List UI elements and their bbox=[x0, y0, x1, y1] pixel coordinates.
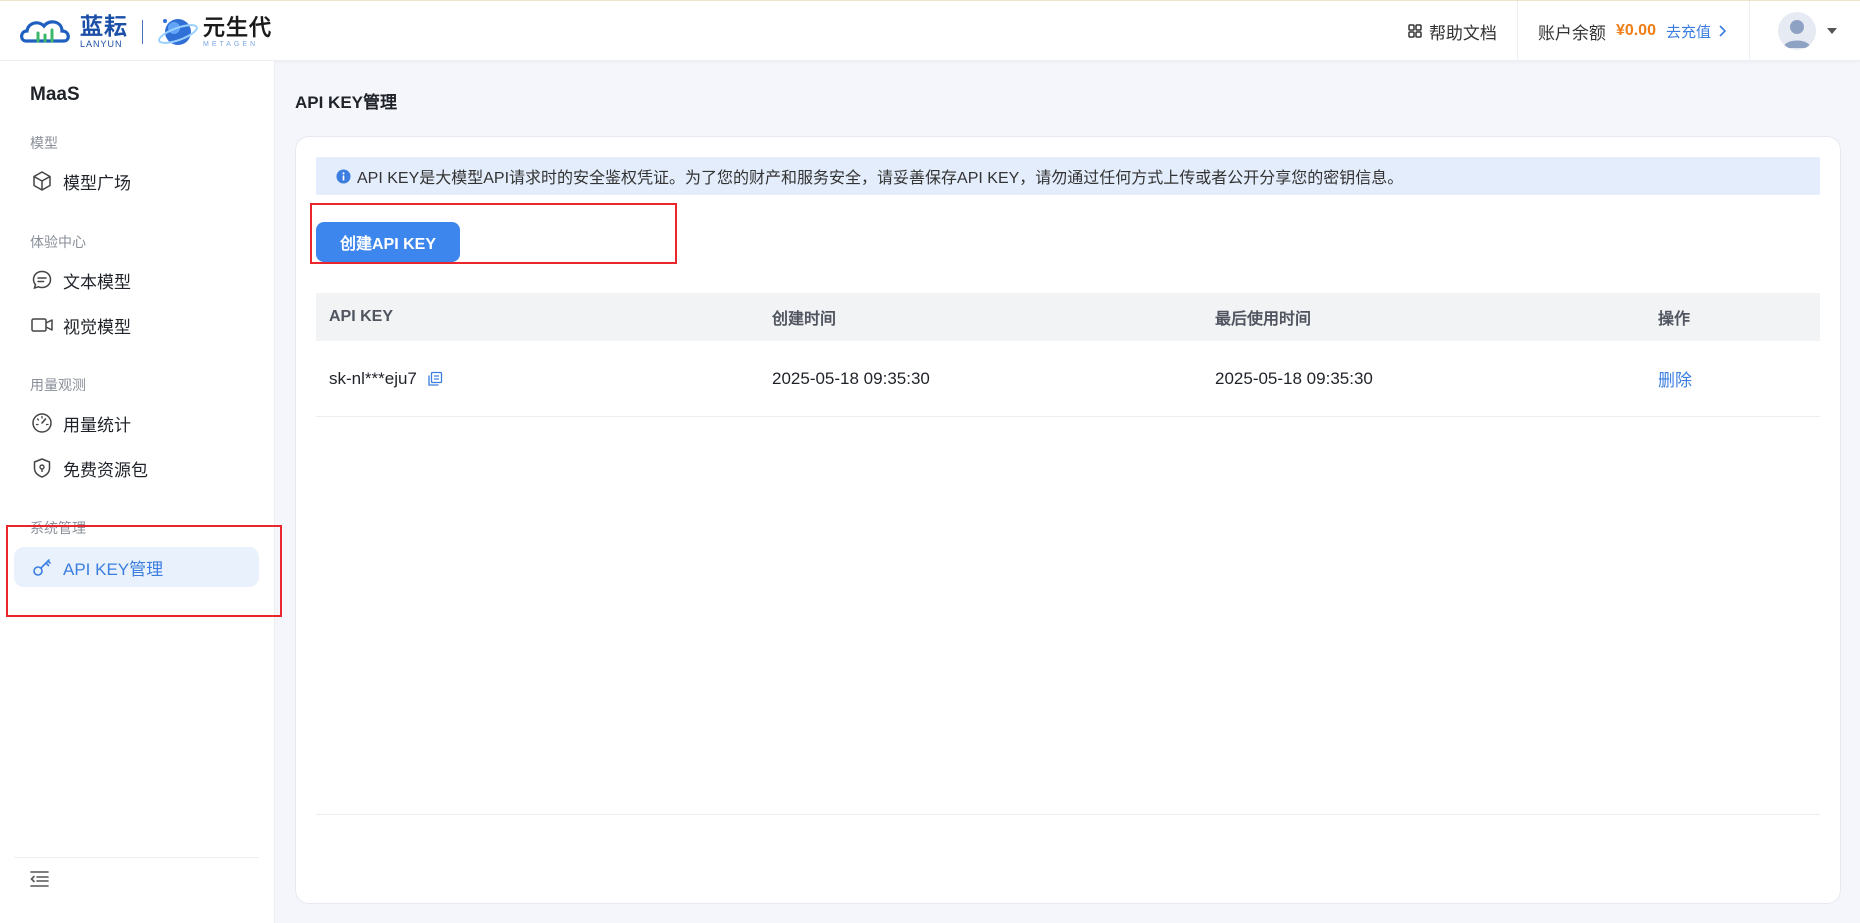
sidebar-group-experience: 体验中心 bbox=[30, 234, 86, 250]
sidebar-title: MaaS bbox=[30, 84, 80, 105]
api-key-table: API KEY 创建时间 最后使用时间 操作 sk-nl***eju7 2025… bbox=[316, 293, 1820, 417]
key-icon bbox=[33, 559, 51, 576]
recharge-link[interactable]: 去充值 bbox=[1666, 21, 1729, 42]
sidebar-group-usage: 用量观测 bbox=[30, 377, 86, 393]
sidebar-item-label: 免费资源包 bbox=[63, 460, 148, 480]
top-header: 蓝耘 LANYUN 元生代 METAGEN 帮助文档 账户余额 ¥0.00 去充… bbox=[0, 0, 1860, 61]
collapse-menu-icon[interactable] bbox=[28, 867, 52, 891]
sidebar-divider bbox=[14, 857, 259, 858]
sidebar: MaaS 模型 模型广场 体验中心 文本模型 视觉模型 用量观测 用量统计 免费… bbox=[0, 61, 275, 923]
brand2-name-en: METAGEN bbox=[203, 40, 259, 48]
grid-icon bbox=[1408, 24, 1422, 38]
copy-icon bbox=[428, 371, 443, 386]
actions-cell: 删除 bbox=[1645, 366, 1820, 391]
balance-amount: ¥0.00 bbox=[1615, 22, 1656, 39]
caret-down-icon bbox=[1827, 28, 1837, 34]
sidebar-item-free-package[interactable]: 免费资源包 bbox=[14, 448, 259, 488]
create-api-key-button[interactable]: 创建API KEY bbox=[316, 222, 460, 262]
api-key-value: sk-nl***eju7 bbox=[329, 368, 417, 388]
brand-divider bbox=[142, 20, 143, 44]
sidebar-item-label: 用量统计 bbox=[63, 415, 131, 435]
avatar bbox=[1778, 12, 1816, 50]
sidebar-group-model: 模型 bbox=[30, 135, 58, 151]
content-card: API KEY是大模型API请求时的安全鉴权凭证。为了您的财产和服务安全，请妥善… bbox=[295, 136, 1841, 904]
column-header-api-key: API KEY bbox=[329, 308, 394, 325]
sidebar-item-model-plaza[interactable]: 模型广场 bbox=[14, 161, 259, 201]
sidebar-group-system: 系统管理 bbox=[30, 520, 86, 536]
help-docs-label: 帮助文档 bbox=[1428, 23, 1497, 43]
sidebar-item-vision-model[interactable]: 视觉模型 bbox=[14, 305, 259, 345]
brand-name-en: LANYUN bbox=[80, 39, 123, 49]
sidebar-item-label: 模型广场 bbox=[63, 173, 131, 193]
notice-text: API KEY是大模型API请求时的安全鉴权凭证。为了您的财产和服务安全，请妥善… bbox=[357, 170, 1404, 187]
brand2-name-cn: 元生代 bbox=[203, 14, 273, 40]
table-bottom-border bbox=[316, 814, 1820, 815]
sidebar-item-text-model[interactable]: 文本模型 bbox=[14, 260, 259, 300]
cube-icon bbox=[33, 171, 51, 191]
brand[interactable]: 蓝耘 LANYUN 元生代 METAGEN bbox=[18, 11, 272, 53]
brand-name-cn: 蓝耘 bbox=[80, 13, 128, 39]
planet-logo-icon bbox=[158, 19, 198, 45]
api-key-cell: sk-nl***eju7 bbox=[316, 369, 759, 389]
copy-button[interactable] bbox=[427, 371, 443, 387]
lanyun-logo: 蓝耘 LANYUN bbox=[18, 15, 128, 49]
sidebar-item-usage-stats[interactable]: 用量统计 bbox=[14, 403, 259, 443]
delete-link[interactable]: 删除 bbox=[1658, 371, 1692, 390]
account-balance: 账户余额 ¥0.00 去充值 bbox=[1518, 1, 1749, 61]
user-avatar-icon bbox=[1783, 20, 1811, 48]
balance-label: 账户余额 bbox=[1537, 23, 1606, 43]
sidebar-item-label: 视觉模型 bbox=[63, 317, 131, 337]
gauge-icon bbox=[32, 413, 52, 433]
video-icon bbox=[31, 318, 53, 332]
created-time-cell: 2025-05-18 09:35:30 bbox=[772, 368, 930, 388]
cloud-logo-icon bbox=[20, 20, 70, 43]
info-icon bbox=[336, 168, 351, 184]
table-row: sk-nl***eju7 2025-05-18 09:35:30 2025-05… bbox=[316, 341, 1820, 417]
chevron-right-icon bbox=[1719, 25, 1727, 37]
last-used-time-cell: 2025-05-18 09:35:30 bbox=[1215, 368, 1373, 388]
sidebar-item-label: API KEY管理 bbox=[63, 559, 164, 579]
column-header-actions: 操作 bbox=[1658, 311, 1691, 328]
info-notice: API KEY是大模型API请求时的安全鉴权凭证。为了您的财产和服务安全，请妥善… bbox=[316, 157, 1820, 195]
table-header: API KEY 创建时间 最后使用时间 操作 bbox=[316, 293, 1820, 341]
shield-icon bbox=[33, 458, 51, 478]
page-title: API KEY管理 bbox=[295, 93, 398, 112]
column-header-created: 创建时间 bbox=[772, 311, 837, 328]
help-docs-link[interactable]: 帮助文档 bbox=[1388, 1, 1517, 61]
sidebar-item-api-key[interactable]: API KEY管理 bbox=[14, 547, 259, 587]
sidebar-item-label: 文本模型 bbox=[63, 272, 131, 292]
column-header-last-used: 最后使用时间 bbox=[1215, 311, 1312, 328]
recharge-label: 去充值 bbox=[1665, 23, 1711, 41]
user-menu[interactable] bbox=[1750, 1, 1860, 61]
chat-icon bbox=[32, 270, 52, 290]
